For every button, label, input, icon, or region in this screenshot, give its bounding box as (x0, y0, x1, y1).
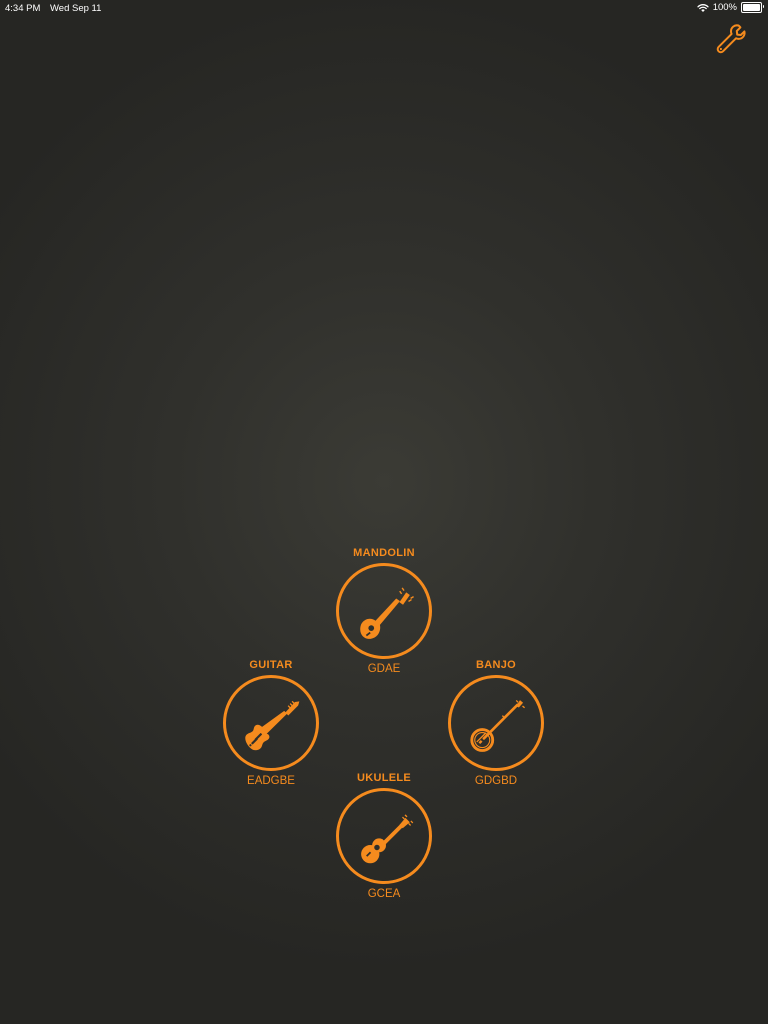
status-time: 4:34 PM (5, 3, 41, 14)
instrument-ukulele-button[interactable]: UKULELE GCEA (314, 772, 454, 901)
settings-button[interactable] (708, 18, 752, 58)
instrument-circle (448, 675, 544, 771)
status-date: Wed Sep 11 (50, 3, 102, 14)
instrument-name: MANDOLIN (353, 547, 415, 559)
electric-guitar-icon (245, 700, 300, 751)
instrument-circle (336, 788, 432, 884)
instrument-tuning: GCEA (367, 888, 401, 900)
battery-percentage: 100% (712, 2, 737, 13)
battery-full-icon (741, 2, 764, 13)
instrument-circle (336, 563, 432, 659)
banjo-icon (470, 699, 526, 752)
instrument-name: GUITAR (249, 659, 293, 671)
wrench-icon (716, 24, 746, 54)
instrument-mandolin-button[interactable]: MANDOLIN GDAE (314, 547, 454, 676)
mandolin-icon (360, 587, 414, 639)
wifi-icon (697, 3, 709, 12)
instrument-name: BANJO (475, 659, 516, 671)
instrument-guitar-button[interactable]: GUITAR EADGBE (201, 659, 341, 788)
instrument-banjo-button[interactable]: BANJO GDGBD (426, 659, 566, 788)
instrument-circle (223, 675, 319, 771)
status-indicators: 100% (697, 2, 764, 13)
ukulele-icon (361, 814, 414, 864)
status-bar: 4:34 PM Wed Sep 11 100% (0, 0, 768, 16)
instrument-name: UKULELE (356, 772, 412, 784)
